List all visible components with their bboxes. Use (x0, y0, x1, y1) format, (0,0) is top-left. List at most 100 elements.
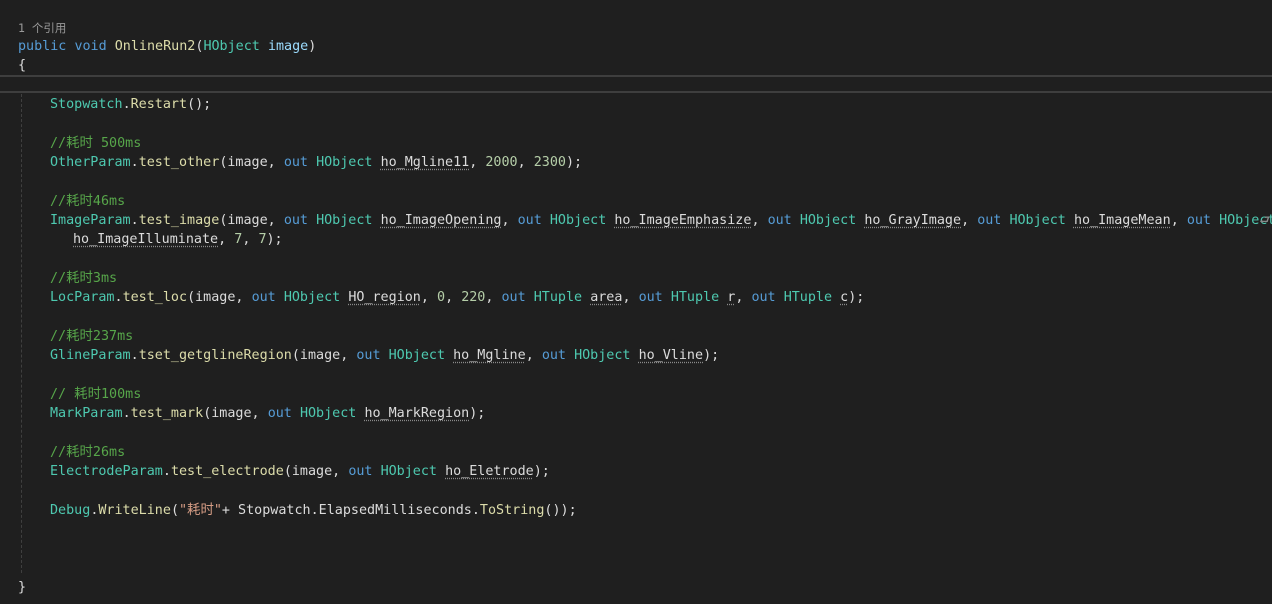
code-line-test-mark[interactable]: MarkParam.test_mark(image, out HObject h… (50, 404, 485, 423)
punctuation: ( (170, 503, 179, 518)
type-name: HTuple (670, 290, 720, 305)
variable: c (840, 290, 849, 305)
type-name: HObject (283, 290, 341, 305)
variable: ho_ImageMean (1073, 213, 1171, 228)
number: 7 (258, 232, 267, 247)
keyword-out: out (267, 406, 292, 421)
keyword-out: out (283, 213, 308, 228)
keyword-out: out (767, 213, 792, 228)
variable: ho_MarkRegion (364, 406, 470, 421)
punctuation: (image, (291, 348, 357, 363)
param-name: image (267, 39, 309, 54)
keyword-out: out (751, 290, 776, 305)
reference-count-codelens[interactable]: 1 个引用 (18, 19, 66, 38)
punctuation: , (485, 290, 502, 305)
expression: + Stopwatch.ElapsedMilliseconds. (221, 503, 480, 518)
method-call: test_mark (130, 406, 204, 421)
type-name: HObject (1009, 213, 1066, 228)
string-literal: "耗时" (179, 503, 222, 518)
keyword-out: out (977, 213, 1002, 228)
comment-line[interactable]: //耗时26ms (50, 443, 125, 462)
punctuation: , (735, 290, 752, 305)
type-name: HObject (316, 213, 373, 228)
code-line-test-loc[interactable]: LocParam.test_loc(image, out HObject HO_… (50, 288, 864, 307)
paren: ) (308, 39, 317, 54)
method-call: test_electrode (170, 464, 284, 479)
code-line-debug-writeline[interactable]: Debug.WriteLine("耗时"+ Stopwatch.ElapsedM… (50, 501, 577, 520)
punctuation: , (525, 348, 542, 363)
variable: ho_Eletrode (445, 464, 534, 479)
current-line-highlight (0, 75, 1272, 93)
punctuation: ); (469, 406, 486, 421)
punctuation: ); (848, 290, 865, 305)
class-name: ElectrodeParam (50, 464, 163, 479)
method-name: OnlineRun2 (114, 39, 196, 54)
variable: ho_ImageEmphasize (614, 213, 752, 228)
type-name: HObject (549, 213, 607, 228)
param-type: HObject (203, 39, 260, 54)
open-brace[interactable]: { (18, 56, 26, 75)
comment-line[interactable]: //耗时 500ms (50, 134, 141, 153)
punctuation: (image, (219, 213, 284, 228)
keyword-public: public (18, 39, 67, 54)
punctuation: , (751, 213, 768, 228)
code-line-test-electrode[interactable]: ElectrodeParam.test_electrode(image, out… (50, 462, 550, 481)
variable: ho_ImageOpening (380, 213, 502, 228)
code-line-test-image-wrapped[interactable]: ho_ImageIlluminate, 7, 7); (73, 230, 283, 249)
type-name: HTuple (783, 290, 833, 305)
dot: . (114, 290, 123, 305)
variable: ho_Mgline (453, 348, 526, 363)
keyword-out: out (638, 290, 663, 305)
keyword-out: out (517, 213, 542, 228)
method-signature[interactable]: public void OnlineRun2(HObject image) (18, 37, 316, 56)
type-name: HObject (574, 348, 631, 363)
code-line-test-other[interactable]: OtherParam.test_other(image, out HObject… (50, 153, 582, 172)
class-name: LocParam (50, 290, 115, 305)
punctuation: , (445, 290, 462, 305)
punctuation: ); (566, 155, 583, 170)
punctuation: (image, (283, 464, 349, 479)
dot: . (122, 406, 131, 421)
dot: . (122, 97, 131, 112)
type-name: HObject (299, 406, 357, 421)
code-line-gline[interactable]: GlineParam.tset_getglineRegion(image, ou… (50, 346, 719, 365)
punctuation: , (242, 232, 259, 247)
number: 220 (461, 290, 486, 305)
variable: ho_Mgline11 (380, 155, 470, 170)
punctuation: ); (533, 464, 550, 479)
type-name: HObject (388, 348, 446, 363)
punctuation: , (218, 232, 235, 247)
dot: . (130, 213, 139, 228)
word-wrap-icon: ⮐ (1259, 213, 1270, 227)
code-line-restart[interactable]: Stopwatch.Restart(); (50, 95, 211, 114)
punctuation: (); (187, 97, 212, 112)
keyword-out: out (251, 290, 276, 305)
type-name: HObject (380, 464, 437, 479)
punctuation: , (622, 290, 639, 305)
type-name: HObject (799, 213, 857, 228)
keyword-out: out (1186, 213, 1211, 228)
punctuation: , (517, 155, 534, 170)
punctuation: ); (266, 232, 283, 247)
code-line-test-image[interactable]: ImageParam.test_image(image, out HObject… (50, 211, 1272, 230)
comment-line[interactable]: //耗时237ms (50, 327, 133, 346)
close-brace[interactable]: } (18, 578, 26, 597)
keyword-out: out (283, 155, 308, 170)
keyword-void: void (74, 39, 107, 54)
punctuation: , (961, 213, 978, 228)
method-call: test_image (138, 213, 220, 228)
comment-line[interactable]: //耗时3ms (50, 269, 117, 288)
comment-line[interactable]: //耗时46ms (50, 192, 125, 211)
method-call: ToString (479, 503, 545, 518)
variable: ho_GrayImage (864, 213, 962, 228)
comment-line[interactable]: // 耗时100ms (50, 385, 141, 404)
class-name: MarkParam (50, 406, 123, 421)
number: 2000 (485, 155, 518, 170)
keyword-out: out (348, 464, 373, 479)
punctuation: , (1170, 213, 1187, 228)
variable: ho_ImageIlluminate (73, 232, 219, 247)
type-name: HTuple (533, 290, 583, 305)
keyword-out: out (501, 290, 526, 305)
